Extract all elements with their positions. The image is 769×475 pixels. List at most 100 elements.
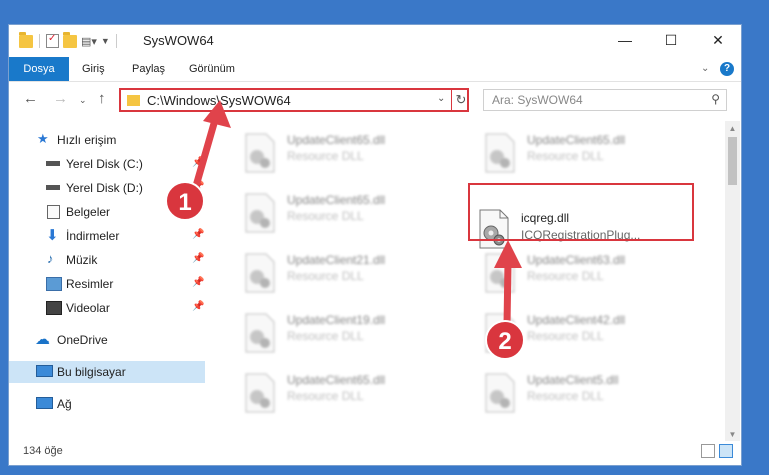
details-view-icon[interactable] — [701, 444, 715, 458]
network-icon — [36, 397, 53, 409]
dll-file-icon — [245, 313, 275, 353]
item-count: 134 öğe — [23, 445, 63, 457]
file-description: Resource DLL — [287, 149, 364, 163]
chevron-down-icon[interactable]: ⌄ — [437, 93, 445, 104]
scroll-thumb[interactable] — [728, 137, 737, 185]
nav-item-label: Resimler — [66, 277, 114, 291]
file-description: Resource DLL — [527, 389, 604, 403]
nav-item-network[interactable]: Ağ — [9, 393, 205, 415]
pictures-icon — [46, 277, 62, 291]
dll-file-icon — [245, 373, 275, 413]
large-icons-view-icon[interactable] — [719, 444, 733, 458]
dll-file-icon — [485, 373, 515, 413]
nav-item-label: Hızlı erişim — [57, 133, 117, 147]
file-item[interactable]: UpdateClient63.dll Resource DLL — [463, 249, 673, 295]
file-item[interactable]: UpdateClient5.dll Resource DLL — [463, 369, 673, 415]
nav-item-label: Bu bilgisayar — [57, 365, 126, 379]
pin-icon: 📌 — [192, 253, 205, 264]
tab-home[interactable]: Giriş — [82, 57, 105, 81]
search-input[interactable]: Ara: SysWOW64 ⚲ — [483, 89, 727, 111]
file-description: Resource DLL — [527, 149, 604, 163]
cloud-icon: ☁ — [35, 331, 50, 348]
nav-item-label: İndirmeler — [66, 229, 120, 243]
pin-icon: 📌 — [192, 229, 205, 240]
nav-item-label: Videolar — [66, 301, 110, 315]
minimize-button[interactable]: — — [602, 25, 648, 55]
dll-file-icon — [245, 193, 275, 233]
file-list: UpdateClient65.dll Resource DLL UpdateCl… — [213, 121, 723, 441]
step-1-badge: 1 — [165, 181, 205, 221]
file-item[interactable]: UpdateClient65.dll Resource DLL — [463, 129, 673, 175]
folder-icon — [19, 31, 33, 48]
file-name: UpdateClient42.dll — [527, 313, 626, 327]
folder-icon — [127, 95, 140, 106]
step-2-badge: 2 — [485, 320, 525, 360]
recent-locations-icon[interactable]: ⌄ — [79, 95, 87, 106]
nav-item-quick-access[interactable]: ★ Hızlı erişim — [9, 129, 205, 151]
download-icon: ⬇ — [46, 227, 59, 244]
highlighted-file-box — [468, 183, 694, 241]
forward-icon[interactable]: → — [53, 90, 68, 107]
file-name: UpdateClient65.dll — [287, 373, 386, 387]
drive-icon — [46, 185, 60, 190]
file-item[interactable]: UpdateClient21.dll Resource DLL — [223, 249, 433, 295]
scroll-down-icon[interactable]: ▼ — [725, 427, 740, 442]
search-icon[interactable]: ⚲ — [711, 92, 720, 106]
file-item[interactable]: UpdateClient19.dll Resource DLL — [223, 309, 433, 355]
scroll-up-icon[interactable]: ▲ — [725, 121, 740, 136]
nav-item-label: OneDrive — [57, 333, 108, 347]
file-description: Resource DLL — [287, 209, 364, 223]
video-icon — [46, 301, 62, 315]
nav-item-onedrive[interactable]: ☁ OneDrive — [9, 329, 205, 351]
tab-share[interactable]: Paylaş — [132, 57, 165, 81]
dll-file-icon — [245, 253, 275, 293]
file-item[interactable]: UpdateClient65.dll Resource DLL — [223, 189, 433, 235]
nav-item-music[interactable]: ♪ Müzik 📌 — [9, 249, 205, 271]
status-bar: 134 öğe — [9, 441, 741, 463]
quick-access-toolbar: ▤▾ ▼ — [19, 31, 119, 48]
file-name: UpdateClient65.dll — [527, 133, 626, 147]
nav-item-pictures[interactable]: Resimler 📌 — [9, 273, 205, 295]
refresh-icon[interactable]: ↻ — [451, 90, 470, 110]
drive-icon — [46, 161, 60, 166]
file-item[interactable]: UpdateClient65.dll Resource DLL — [223, 129, 433, 175]
file-name: UpdateClient5.dll — [527, 373, 619, 387]
nav-item-this-pc[interactable]: Bu bilgisayar — [9, 361, 205, 383]
nav-item-label: Yerel Disk (D:) — [66, 181, 143, 195]
properties-icon[interactable] — [46, 33, 59, 48]
nav-item-label: Yerel Disk (C:) — [66, 157, 143, 171]
explorer-window: ▤▾ ▼ SysWOW64 — ☐ ✕ Dosya Giriş Paylaş G… — [8, 24, 742, 466]
search-placeholder: Ara: SysWOW64 — [492, 93, 583, 107]
file-name: UpdateClient19.dll — [287, 313, 386, 327]
up-icon[interactable]: ↑ — [98, 90, 106, 107]
address-path[interactable]: C:\Windows\SysWOW64 — [147, 93, 291, 108]
file-description: Resource DLL — [287, 329, 364, 343]
window-title: SysWOW64 — [143, 33, 214, 48]
file-description: Resource DLL — [287, 269, 364, 283]
expand-ribbon-icon[interactable]: ⌄ — [701, 63, 709, 74]
address-bar[interactable]: C:\Windows\SysWOW64 ⌄ ↻ — [119, 88, 469, 112]
back-icon[interactable]: ← — [23, 90, 38, 107]
file-name: UpdateClient65.dll — [287, 193, 386, 207]
chevron-down-icon[interactable]: ▼ — [101, 36, 110, 46]
star-icon: ★ — [37, 131, 49, 146]
dll-file-icon — [485, 133, 515, 173]
separator — [115, 34, 117, 48]
nav-item-drive-c[interactable]: Yerel Disk (C:) 📌 — [9, 153, 205, 175]
dll-file-icon — [485, 253, 515, 293]
help-icon[interactable]: ? — [720, 62, 734, 76]
separator — [39, 34, 40, 48]
tab-file[interactable]: Dosya — [9, 57, 69, 81]
vertical-scrollbar[interactable]: ▲ ▼ — [725, 121, 740, 442]
customize-toolbar-icon[interactable]: ▤▾ — [81, 35, 97, 48]
music-icon: ♪ — [47, 251, 54, 266]
tab-view[interactable]: Görünüm — [189, 57, 235, 81]
nav-item-downloads[interactable]: ⬇ İndirmeler 📌 — [9, 225, 205, 247]
file-description: Resource DLL — [287, 389, 364, 403]
ribbon-tabs: Dosya Giriş Paylaş Görünüm ⌄ ? — [9, 57, 741, 82]
new-folder-icon[interactable] — [63, 31, 77, 48]
maximize-button[interactable]: ☐ — [648, 25, 694, 55]
file-item[interactable]: UpdateClient65.dll Resource DLL — [223, 369, 433, 415]
nav-item-videos[interactable]: Videolar 📌 — [9, 297, 205, 319]
close-button[interactable]: ✕ — [695, 25, 741, 55]
